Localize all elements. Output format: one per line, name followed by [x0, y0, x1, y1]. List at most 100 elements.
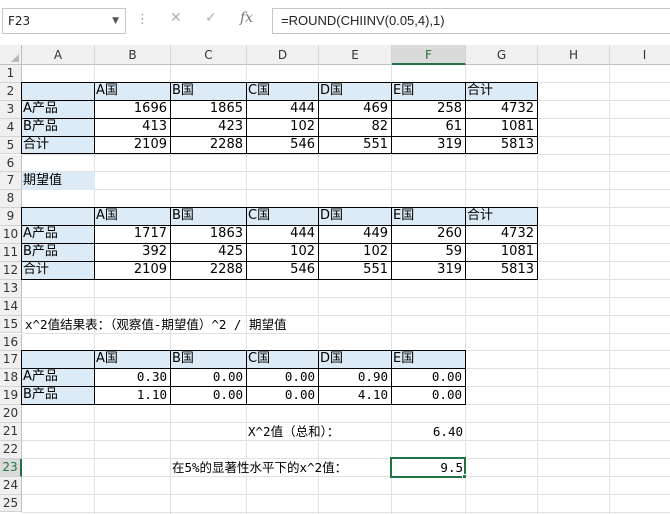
insert-function-icon[interactable]: fx: [240, 10, 253, 26]
chi-cell[interactable]: 0.30: [94, 368, 171, 388]
row-header-20[interactable]: 20: [0, 405, 22, 423]
expected-cell[interactable]: [21, 207, 95, 227]
observed-cell[interactable]: 1696: [94, 99, 171, 119]
column-header-c[interactable]: C: [171, 45, 247, 65]
chi-cell[interactable]: D国: [318, 350, 392, 370]
chi-cell[interactable]: 0.00: [170, 368, 247, 388]
row-header-5[interactable]: 5: [0, 136, 22, 155]
chi-cell[interactable]: 4.10: [318, 386, 392, 406]
observed-cell[interactable]: 2288: [170, 135, 247, 155]
observed-cell[interactable]: 61: [391, 117, 466, 137]
expected-cell[interactable]: 5813: [465, 260, 538, 280]
chi-cell[interactable]: 1.10: [94, 386, 171, 406]
fill-handle[interactable]: [462, 473, 467, 479]
observed-cell[interactable]: 2109: [94, 135, 171, 155]
chi-cell[interactable]: C国: [246, 350, 319, 370]
column-header-a[interactable]: A: [22, 45, 95, 65]
column-header-d[interactable]: D: [247, 45, 319, 65]
expected-cell[interactable]: B国: [170, 207, 247, 227]
chevron-down-icon[interactable]: ▼: [112, 9, 119, 33]
expected-cell[interactable]: 444: [246, 225, 319, 244]
row-header-10[interactable]: 10: [0, 226, 22, 244]
row-header-12[interactable]: 12: [0, 261, 22, 280]
observed-cell[interactable]: [21, 81, 95, 101]
row-header-1[interactable]: 1: [0, 65, 22, 83]
expected-cell[interactable]: 4732: [465, 225, 538, 244]
expected-cell[interactable]: C国: [246, 207, 319, 227]
observed-cell[interactable]: 1081: [465, 117, 538, 137]
expected-cell[interactable]: 546: [246, 260, 319, 280]
expected-cell[interactable]: 102: [246, 243, 319, 262]
row-header-21[interactable]: 21: [0, 423, 22, 441]
row-header-3[interactable]: 3: [0, 100, 22, 119]
observed-cell[interactable]: 546: [246, 135, 319, 155]
observed-cell[interactable]: C国: [246, 81, 319, 101]
column-header-h[interactable]: H: [538, 45, 610, 65]
name-box[interactable]: F23 ▼: [2, 8, 126, 34]
observed-cell[interactable]: 102: [246, 117, 319, 137]
confirm-icon[interactable]: ✓: [205, 10, 217, 26]
expected-cell[interactable]: 425: [170, 243, 247, 262]
expected-cell[interactable]: 1717: [94, 225, 171, 244]
chi-cell[interactable]: A国: [94, 350, 171, 370]
expected-cell[interactable]: 2288: [170, 260, 247, 280]
more-options-icon[interactable]: ⋮: [136, 12, 149, 27]
expected-cell[interactable]: 260: [391, 225, 466, 244]
expected-cell[interactable]: 59: [391, 243, 466, 262]
observed-cell[interactable]: 5813: [465, 135, 538, 155]
chi-cell[interactable]: 0.00: [391, 368, 466, 388]
row-header-24[interactable]: 24: [0, 476, 22, 495]
select-all-button[interactable]: [0, 45, 22, 65]
observed-cell[interactable]: 258: [391, 99, 466, 119]
expected-cell[interactable]: E国: [391, 207, 466, 227]
observed-cell[interactable]: D国: [318, 81, 392, 101]
expected-cell[interactable]: 2109: [94, 260, 171, 280]
chi-table-title[interactable]: x^2值结果表：（观察值-期望值）^2 / 期望值: [24, 316, 286, 334]
row-header-7[interactable]: 7: [0, 172, 22, 191]
selected-cell-f23[interactable]: [390, 456, 466, 478]
row-header-9[interactable]: 9: [0, 208, 22, 227]
chi-cell[interactable]: E国: [391, 350, 466, 370]
expected-cell[interactable]: 102: [318, 243, 392, 262]
row-header-11[interactable]: 11: [0, 244, 22, 262]
observed-cell[interactable]: 444: [246, 99, 319, 119]
expected-label[interactable]: 期望值: [22, 172, 95, 191]
column-header-g[interactable]: G: [466, 45, 538, 65]
row-header-19[interactable]: 19: [0, 387, 22, 406]
observed-cell[interactable]: 319: [391, 135, 466, 155]
chi-cell[interactable]: 0.90: [318, 368, 392, 388]
expected-cell[interactable]: 1863: [170, 225, 247, 244]
row-header-14[interactable]: 14: [0, 297, 22, 316]
chi-cell[interactable]: [21, 350, 95, 370]
observed-cell[interactable]: 合计: [21, 135, 95, 155]
expected-cell[interactable]: 合计: [21, 260, 95, 280]
expected-cell[interactable]: 319: [391, 260, 466, 280]
row-header-16[interactable]: 16: [0, 333, 22, 352]
observed-cell[interactable]: 1865: [170, 99, 247, 119]
observed-cell[interactable]: 82: [318, 117, 392, 137]
expected-cell[interactable]: 合计: [465, 207, 538, 227]
chi-cell[interactable]: 0.00: [170, 386, 247, 406]
row-header-4[interactable]: 4: [0, 118, 22, 137]
expected-cell[interactable]: 551: [318, 260, 392, 280]
expected-cell[interactable]: A国: [94, 207, 171, 227]
chi-sum-value[interactable]: 6.40: [392, 423, 466, 441]
observed-cell[interactable]: E国: [391, 81, 466, 101]
formula-input[interactable]: =ROUND(CHIINV(0.05,4),1): [272, 8, 670, 34]
observed-cell[interactable]: 469: [318, 99, 392, 119]
observed-cell[interactable]: 423: [170, 117, 247, 137]
row-header-13[interactable]: 13: [0, 279, 22, 298]
row-header-15[interactable]: 15: [0, 315, 22, 334]
observed-cell[interactable]: 413: [94, 117, 171, 137]
expected-cell[interactable]: 449: [318, 225, 392, 244]
expected-cell[interactable]: 392: [94, 243, 171, 262]
chi-cell[interactable]: B国: [170, 350, 247, 370]
chi-cell[interactable]: A产品: [21, 368, 95, 388]
observed-cell[interactable]: 4732: [465, 99, 538, 119]
row-header-22[interactable]: 22: [0, 440, 22, 459]
chi-cell[interactable]: 0.00: [246, 368, 319, 388]
row-header-2[interactable]: 2: [0, 82, 22, 101]
column-header-e[interactable]: E: [319, 45, 392, 65]
observed-cell[interactable]: B国: [170, 81, 247, 101]
row-header-8[interactable]: 8: [0, 190, 22, 209]
